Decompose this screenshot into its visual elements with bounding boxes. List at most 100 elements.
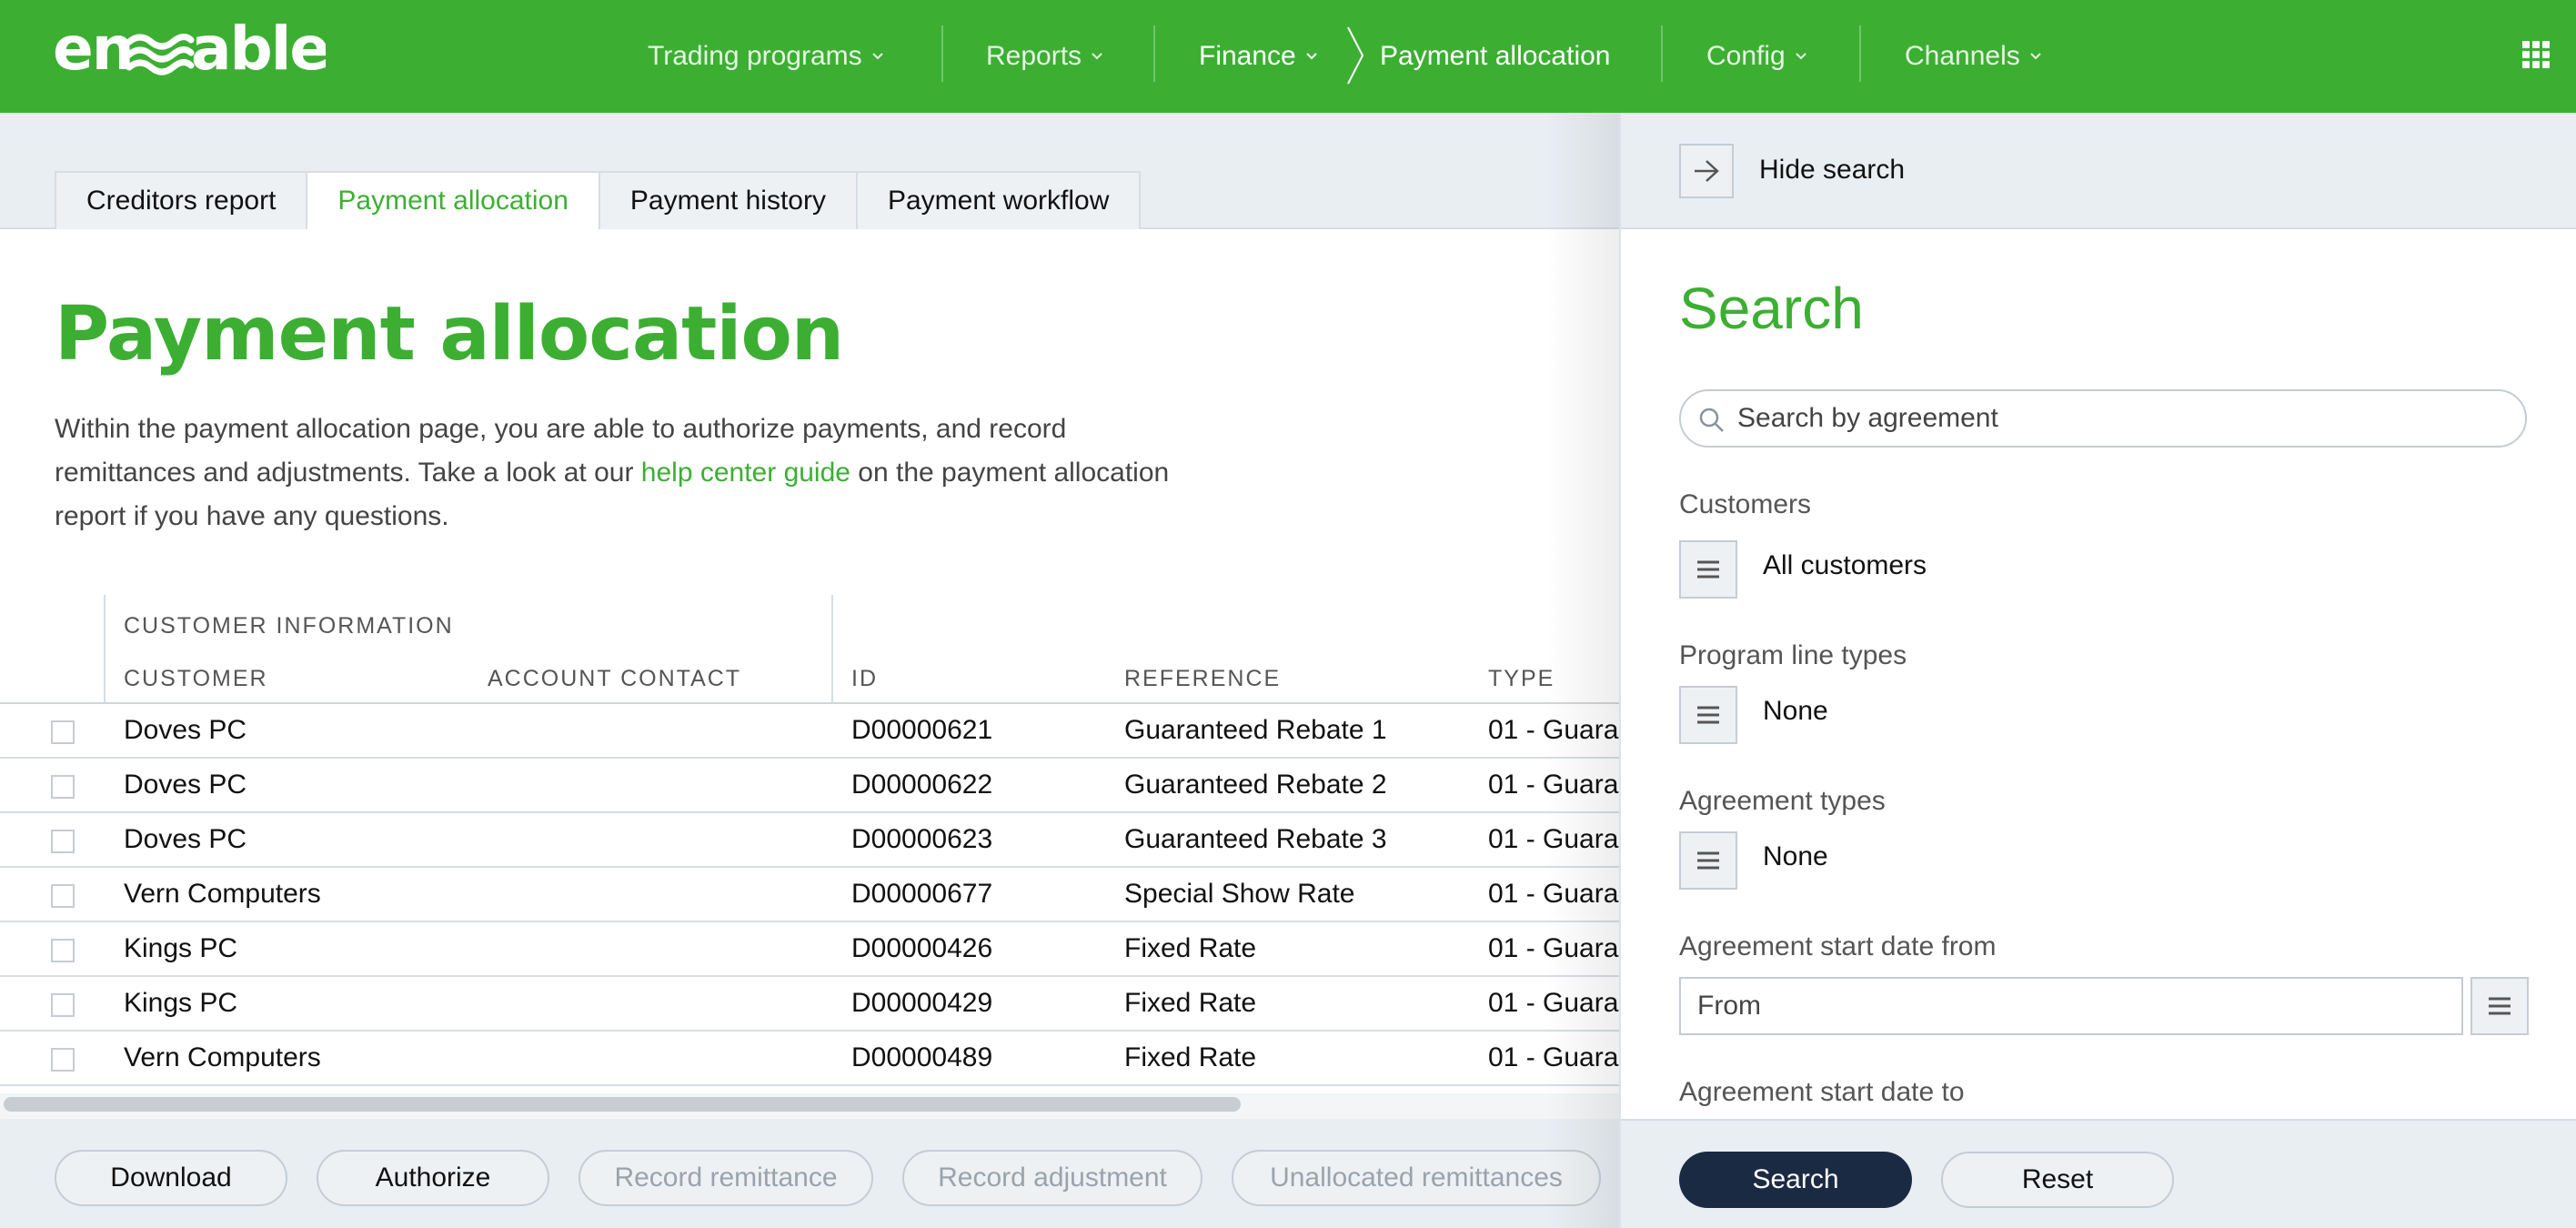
logo-mark: en able [53, 14, 330, 84]
row-checkbox[interactable] [51, 720, 75, 744]
list-icon [1697, 851, 1719, 870]
cell-reference: Guaranteed Rebate 1 [1124, 715, 1387, 745]
apps-grid-icon[interactable] [2522, 41, 2550, 68]
page-description: Within the payment allocation page, you … [55, 408, 1173, 539]
action-toolbar: Download Authorize Record remittance Rec… [0, 1119, 1619, 1228]
cell-id: D00000489 [851, 1042, 993, 1072]
tab-payment-workflow[interactable]: Payment workflow [855, 171, 1142, 229]
record-remittance-button[interactable]: Record remittance [579, 1150, 873, 1206]
nav-config[interactable]: Config [1706, 0, 1807, 113]
table-row[interactable]: Kings PC D00000429 Fixed Rate 01 - Guara [0, 977, 1619, 1032]
hide-search-button[interactable] [1679, 144, 1734, 198]
agreement-types-value: None [1763, 841, 1828, 871]
customers-list-button[interactable] [1679, 540, 1737, 599]
table-row[interactable]: Doves PC D00000622 Guaranteed Rebate 2 0… [0, 759, 1619, 813]
help-center-guide-link[interactable]: help center guide [641, 458, 850, 488]
cell-id: D00000429 [851, 988, 993, 1018]
start-date-from-picker-button[interactable] [2470, 977, 2529, 1035]
row-checkbox[interactable] [51, 993, 75, 1017]
nav-finance[interactable]: Finance [1199, 0, 1318, 113]
horizontal-scrollbar-thumb[interactable] [4, 1097, 1241, 1112]
nav-channels[interactable]: Channels [1905, 0, 2042, 113]
row-checkbox[interactable] [51, 939, 75, 962]
row-checkbox[interactable] [51, 775, 75, 799]
chevron-down-icon [1092, 53, 1102, 60]
cell-reference: Guaranteed Rebate 3 [1124, 824, 1387, 854]
table-row[interactable]: Vern Computers D00000677 Special Show Ra… [0, 868, 1619, 922]
search-button[interactable]: Search [1679, 1152, 1912, 1208]
search-panel-header: Hide search [1621, 113, 2576, 229]
download-button[interactable]: Download [55, 1150, 287, 1206]
hide-search-label[interactable]: Hide search [1759, 155, 1905, 186]
cell-customer: Kings PC [124, 933, 238, 963]
list-icon [1697, 706, 1719, 724]
list-icon [2489, 997, 2511, 1015]
column-header-type[interactable]: TYPE [1488, 666, 1555, 692]
customers-value: All customers [1763, 550, 1927, 580]
program-line-types-value: None [1763, 696, 1828, 726]
agreement-search-box[interactable] [1679, 389, 2527, 448]
row-checkbox[interactable] [51, 884, 75, 908]
nav-divider [1661, 25, 1663, 82]
agreement-types-list-button[interactable] [1679, 831, 1737, 890]
start-date-to-label: Agreement start date to [1679, 1077, 1965, 1107]
reset-button[interactable]: Reset [1941, 1152, 2174, 1208]
authorize-button[interactable]: Authorize [317, 1150, 549, 1206]
panel-shadow [1546, 113, 1619, 1228]
cell-reference: Fixed Rate [1124, 933, 1257, 963]
search-panel: Hide search Search Customers All custome… [1619, 113, 2576, 1228]
column-header-id[interactable]: ID [851, 666, 878, 692]
column-header-reference[interactable]: REFERENCE [1124, 666, 1281, 692]
nav-trading-programs-label: Trading programs [648, 41, 862, 71]
start-date-from-input[interactable] [1697, 988, 2443, 1024]
column-header-customer[interactable]: CUSTOMER [124, 666, 268, 692]
column-header-account-contact[interactable]: ACCOUNT CONTACT [488, 666, 741, 692]
chevron-right-icon [1347, 26, 1364, 85]
enable-logo[interactable]: en able [53, 14, 330, 84]
chevron-down-icon [1796, 53, 1806, 60]
nav-reports-label: Reports [986, 41, 1082, 71]
nav-divider [1153, 25, 1155, 82]
nav-channels-label: Channels [1905, 41, 2020, 71]
svg-text:en: en [53, 18, 133, 82]
chevron-down-icon [2030, 53, 2041, 60]
cell-customer: Vern Computers [124, 879, 321, 909]
cell-id: D00000426 [851, 933, 993, 963]
table-row[interactable]: Kings PC D00000426 Fixed Rate 01 - Guara [0, 922, 1619, 977]
program-line-types-label: Program line types [1679, 640, 1907, 670]
cell-customer: Doves PC [124, 715, 247, 745]
row-checkbox[interactable] [51, 1048, 75, 1072]
tab-payment-history[interactable]: Payment history [598, 171, 858, 229]
nav-trading-programs[interactable]: Trading programs [648, 0, 884, 113]
search-icon [1699, 408, 1724, 432]
start-date-from-label: Agreement start date from [1679, 931, 1997, 961]
cell-id: D00000622 [851, 770, 993, 800]
arrow-right-icon [1695, 160, 1719, 182]
nav-reports[interactable]: Reports [986, 0, 1103, 113]
cell-customer: Kings PC [124, 988, 238, 1018]
agreement-types-label: Agreement types [1679, 786, 1886, 816]
cell-reference: Fixed Rate [1124, 1042, 1257, 1072]
row-checkbox[interactable] [51, 830, 75, 853]
tab-creditors-report[interactable]: Creditors report [55, 171, 308, 229]
table-row[interactable]: Vern Computers D00000489 Fixed Rate 01 -… [0, 1032, 1619, 1086]
search-input[interactable] [1737, 400, 2511, 437]
nav-current-page-label: Payment allocation [1380, 41, 1611, 71]
cell-reference: Special Show Rate [1124, 879, 1355, 909]
program-line-types-list-button[interactable] [1679, 686, 1737, 744]
main-content: Payment allocation Within the payment al… [0, 229, 1619, 1119]
page-title: Payment allocation [55, 291, 844, 377]
tab-payment-allocation[interactable]: Payment allocation [306, 171, 600, 229]
cell-id: D00000621 [851, 715, 993, 745]
customer-information-header: CUSTOMER INFORMATION [124, 613, 454, 639]
customers-label: Customers [1679, 489, 1812, 519]
record-adjustment-button[interactable]: Record adjustment [902, 1150, 1202, 1206]
nav-divider [941, 25, 943, 82]
start-date-from-field[interactable] [1679, 977, 2463, 1035]
search-panel-title: Search [1679, 276, 1864, 341]
cell-customer: Vern Computers [124, 1042, 321, 1072]
report-tabs: Creditors report Payment allocation Paym… [55, 171, 1142, 229]
list-icon [1697, 560, 1719, 579]
table-row[interactable]: Doves PC D00000621 Guaranteed Rebate 1 0… [0, 704, 1619, 759]
table-row[interactable]: Doves PC D00000623 Guaranteed Rebate 3 0… [0, 813, 1619, 868]
